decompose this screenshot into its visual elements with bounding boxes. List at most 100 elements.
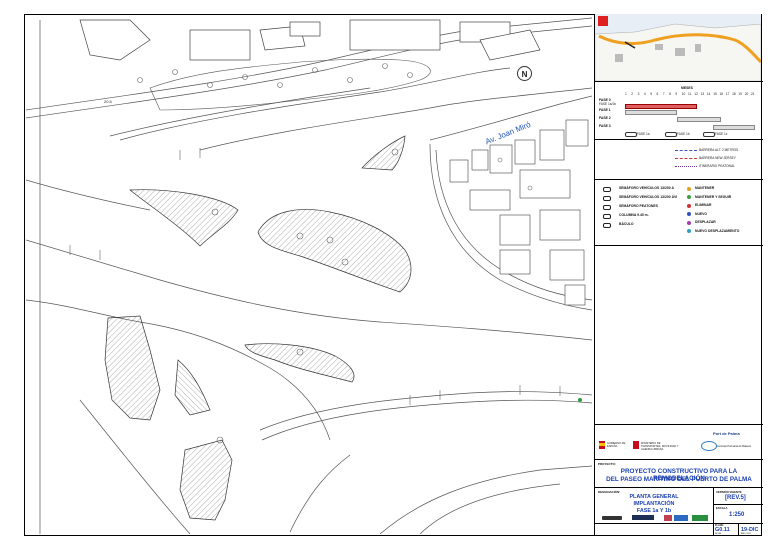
new-jersey-line-icon bbox=[675, 158, 697, 159]
firm-logo-4 bbox=[674, 515, 688, 521]
status-dot-icon bbox=[687, 229, 691, 233]
firm-logos bbox=[602, 513, 714, 523]
project-title-box: PROYECTO: PROYECTO CONSTRUCTIVO PARA LA … bbox=[595, 460, 763, 488]
line-legend: BARRERA ALT. 2 METROS BARRERA NEW JERSEY… bbox=[595, 140, 763, 180]
line-legend-item: BARRERA ALT. 2 METROS bbox=[675, 148, 755, 154]
phase-schedule: MESES 1 2 3 4 5 6 7 8 9 10 11 12 13 14 15 16 17 18 19 20 21 … bbox=[595, 82, 763, 140]
symbol-legend-item: COLUMNA 9.40 m. bbox=[599, 213, 689, 219]
logo-strip: GOBIERNO DE ESPAÑA MINISTERIO DE TRANSPO… bbox=[595, 424, 763, 460]
status-legend-item: DESPLAZAR bbox=[687, 220, 761, 226]
month-number: 18 bbox=[732, 92, 736, 96]
site-plan-drawing bbox=[26, 17, 592, 534]
month-number: 9 bbox=[675, 92, 678, 96]
site-plan[interactable]: N Av. Joan Miró 20.5 bbox=[26, 16, 592, 534]
signal-symbol-icon bbox=[603, 205, 611, 210]
drawing-title-line1: PLANTA GENERAL bbox=[629, 494, 679, 500]
month-number: 8 bbox=[669, 92, 671, 96]
footer-strip: PLANO G0.11 19-DIC AÑO 2021 HOJA bbox=[713, 524, 759, 536]
signal-symbol-icon bbox=[603, 223, 611, 228]
status-legend-item: NUEVO DESPLAZAMIENTO bbox=[687, 229, 761, 235]
month-number: 17 bbox=[725, 92, 730, 96]
signal-symbol-icon bbox=[603, 187, 611, 192]
status-legend-item: ELIMINAR bbox=[687, 203, 761, 209]
month-number: 4 bbox=[643, 92, 646, 96]
phase-row-sublabel: FASE 1a/1b bbox=[599, 102, 617, 106]
phase-bar bbox=[713, 125, 755, 130]
line-legend-item: BARRERA NEW JERSEY bbox=[675, 156, 755, 162]
month-number: 2 bbox=[631, 92, 634, 96]
firm-logo-3 bbox=[664, 515, 672, 521]
port-wave-icon bbox=[701, 441, 717, 451]
authority-logo-text: Autoritat Portuària de Balears bbox=[717, 445, 752, 448]
status-legend-item: MANTENER Y SEGUIR bbox=[687, 195, 761, 201]
month-number: 14 bbox=[706, 92, 711, 96]
month-number: 15 bbox=[713, 92, 717, 96]
gov-logo-text: GOBIERNO DE ESPAÑA bbox=[607, 442, 626, 448]
legend-panel: MESES 1 2 3 4 5 6 7 8 9 10 11 12 13 14 15 16 17 18 19 20 21 … bbox=[594, 14, 763, 536]
firm-logo-2 bbox=[632, 515, 654, 520]
buildings-top bbox=[79, 19, 541, 61]
status-legend-item: MANTENER bbox=[687, 186, 761, 192]
month-number: 20 bbox=[744, 92, 749, 96]
signal-symbol-icon bbox=[603, 214, 611, 219]
revision-label: [REV.5] bbox=[725, 495, 746, 501]
month-number: 12 bbox=[694, 92, 698, 96]
month-number: 7 bbox=[662, 92, 665, 96]
symbol-legend-item: SEMÁFORO VEHÍCULOS 13/200 ÁVI bbox=[599, 195, 689, 201]
signal-symbol-icon bbox=[603, 196, 611, 201]
firm-logo-1 bbox=[602, 516, 622, 520]
phase-bar bbox=[625, 104, 697, 109]
status-dot-icon bbox=[687, 203, 691, 208]
phase-legend-label: FASE 1b bbox=[677, 132, 690, 136]
phase-row-label: FASE 1 bbox=[599, 108, 611, 112]
road-lines bbox=[26, 17, 592, 534]
phase-legend-label: FASE 1c bbox=[715, 132, 728, 136]
garden-outline bbox=[149, 58, 431, 111]
ministry-crest-icon bbox=[633, 441, 639, 449]
scale-label: 1:250 bbox=[729, 512, 745, 518]
status-dot-icon bbox=[687, 212, 691, 216]
spain-flag-stripe bbox=[599, 443, 605, 446]
firm-logo-5 bbox=[692, 515, 708, 521]
port-logo-text: Port de Palma bbox=[713, 431, 740, 436]
ministry-logo-text: MINISTERIO DE TRANSPORTES, MOVILIDAD Y A… bbox=[641, 442, 679, 451]
phase-bar bbox=[677, 117, 721, 122]
status-dot-icon bbox=[687, 195, 691, 199]
barrier-line-icon bbox=[675, 150, 697, 151]
phase-legend-swatch bbox=[703, 132, 715, 137]
month-number: 5 bbox=[650, 92, 652, 96]
status-dot-icon bbox=[687, 186, 691, 191]
phase-legend-label: FASE 1a bbox=[637, 132, 650, 136]
month-number: 21 bbox=[751, 92, 755, 96]
phase-legend-swatch bbox=[665, 132, 677, 137]
signal-marker[interactable] bbox=[578, 398, 582, 402]
month-number: 1 bbox=[625, 92, 627, 96]
north-arrow: N bbox=[517, 66, 532, 81]
month-number: 10 bbox=[681, 92, 686, 96]
month-number: 19 bbox=[738, 92, 742, 96]
symbol-legend-item: SEMÁFORO VEHÍCULOS 13/200 A bbox=[599, 186, 689, 192]
phase-legend-swatch bbox=[625, 132, 637, 137]
pedestrian-line-icon bbox=[675, 166, 697, 167]
symbol-legend: SEMÁFORO VEHÍCULOS 13/200 A SEMÁFORO VEHÍ… bbox=[595, 180, 763, 246]
elevation-label: 20.5 bbox=[104, 99, 112, 104]
month-number: 16 bbox=[719, 92, 724, 96]
phase-bar bbox=[625, 110, 677, 115]
key-map-drawing bbox=[594, 14, 763, 82]
status-legend-item: NUEVO bbox=[687, 212, 761, 218]
drawing-sheet: N Av. Joan Miró 20.5 MESES 1 2 3 4 5 6 7 8 9 10 11… bbox=[0, 0, 768, 543]
month-number: 3 bbox=[637, 92, 640, 96]
buildings-right bbox=[449, 119, 589, 306]
key-map[interactable] bbox=[594, 14, 763, 82]
month-number: 6 bbox=[656, 92, 659, 96]
schedule-title: MESES bbox=[681, 86, 693, 90]
status-dot-icon bbox=[687, 220, 691, 225]
symbol-legend-item: BÁCULO bbox=[599, 222, 689, 228]
symbol-legend-item: SEMÁFORO PEATONES bbox=[599, 204, 689, 210]
drawing-title-line2: IMPLANTACIÓN bbox=[633, 501, 675, 507]
traffic-islands[interactable] bbox=[104, 135, 412, 521]
month-number: 11 bbox=[688, 92, 692, 96]
project-title-line2: DEL PASEO MARÍTIMO DEL PUERTO DE PALMA bbox=[606, 476, 752, 483]
line-legend-item: ITINERARIO PEATONAL bbox=[675, 164, 755, 170]
phase-row-label: FASE 3 bbox=[599, 124, 611, 128]
